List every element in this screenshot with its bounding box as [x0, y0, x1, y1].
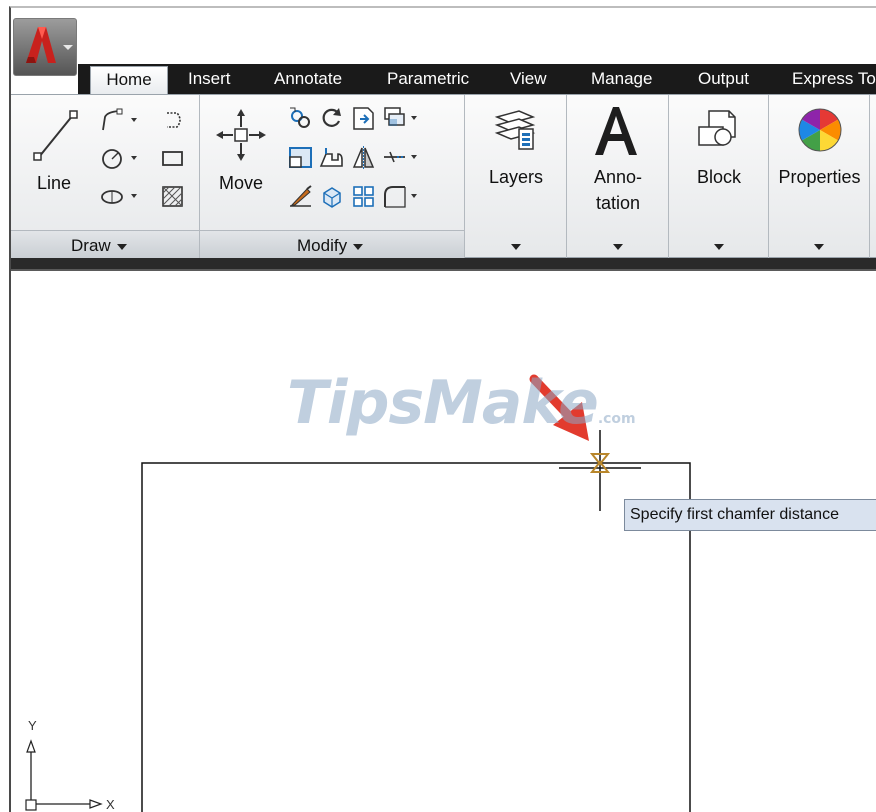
- tipsmake-watermark: TipsMake.com: [287, 368, 636, 438]
- watermark-text: TipsMake: [287, 368, 599, 438]
- ucs-y-label: Y: [28, 718, 37, 733]
- drawn-rectangle: [141, 462, 691, 812]
- ucs-x-label: X: [106, 797, 115, 812]
- autocad-window: Home Insert Annotate Parametric View Man…: [0, 0, 876, 812]
- command-prompt-tooltip: Specify first chamfer distance: [624, 499, 876, 531]
- ucs-icon: [25, 739, 103, 811]
- watermark-suffix: .com: [597, 411, 636, 427]
